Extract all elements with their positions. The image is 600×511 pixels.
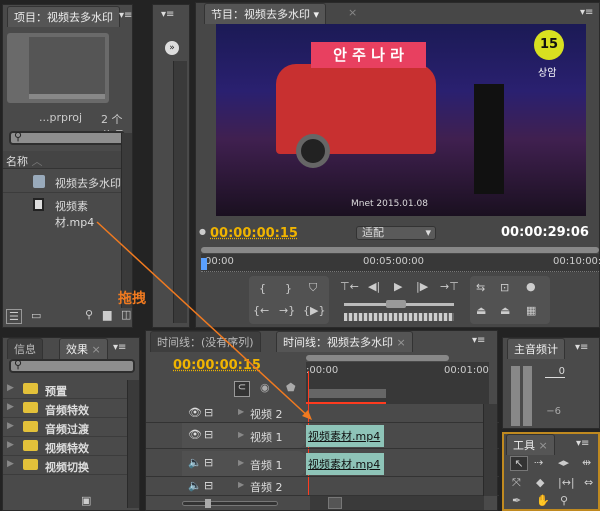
drag-arrow xyxy=(96,221,312,420)
drag-label: 拖拽 xyxy=(118,291,146,307)
